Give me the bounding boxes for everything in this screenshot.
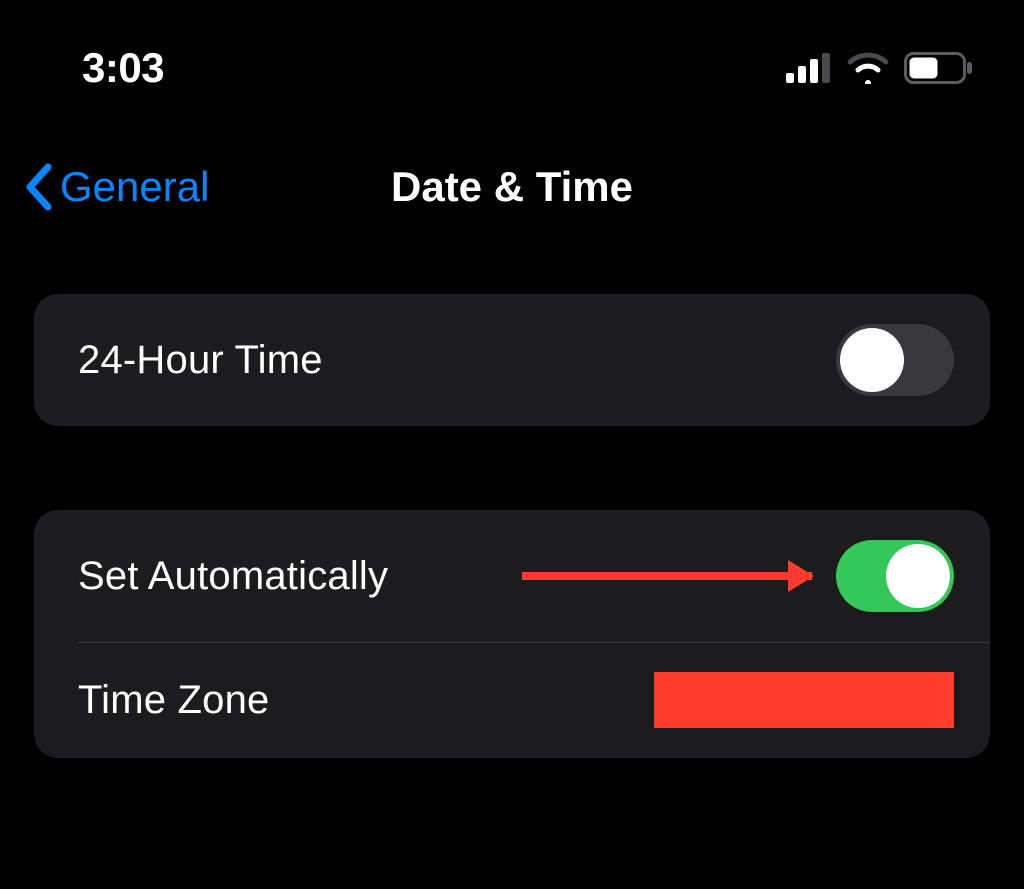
wifi-icon bbox=[846, 52, 890, 84]
row-label-time-zone: Time Zone bbox=[78, 678, 270, 723]
chevron-left-icon bbox=[24, 163, 54, 211]
time-zone-value-redaction bbox=[654, 672, 954, 728]
status-bar: 3:03 bbox=[0, 0, 1024, 102]
toggle-24-hour-time[interactable] bbox=[836, 324, 954, 396]
status-time: 3:03 bbox=[82, 44, 164, 92]
settings-group-1: 24-Hour Time bbox=[34, 294, 990, 426]
arrow-annotation-icon bbox=[522, 572, 812, 580]
row-label-set-automatically: Set Automatically bbox=[78, 554, 388, 599]
page-title: Date & Time bbox=[391, 163, 633, 211]
row-label-24-hour-time: 24-Hour Time bbox=[78, 338, 323, 383]
toggle-knob bbox=[840, 328, 904, 392]
toggle-knob bbox=[886, 544, 950, 608]
status-icons bbox=[786, 52, 974, 84]
settings-group-2: Set Automatically Time Zone bbox=[34, 510, 990, 758]
toggle-set-automatically[interactable] bbox=[836, 540, 954, 612]
battery-icon bbox=[904, 52, 974, 84]
row-time-zone[interactable]: Time Zone bbox=[34, 642, 990, 758]
row-24-hour-time[interactable]: 24-Hour Time bbox=[34, 294, 990, 426]
back-label: General bbox=[60, 163, 209, 211]
back-button[interactable]: General bbox=[24, 163, 209, 211]
nav-bar: General Date & Time bbox=[0, 132, 1024, 242]
cellular-signal-icon bbox=[786, 53, 832, 83]
row-set-automatically[interactable]: Set Automatically bbox=[34, 510, 990, 642]
